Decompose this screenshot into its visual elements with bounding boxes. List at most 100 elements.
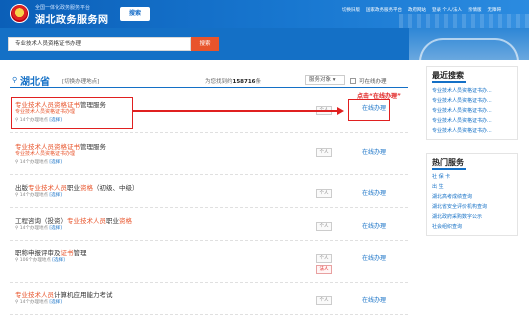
result-title-text: （初级、中级） bbox=[93, 184, 139, 192]
hot-service-item[interactable]: 湖北省安全评价机构查询 bbox=[432, 203, 487, 210]
highlight-arrow-line bbox=[133, 110, 338, 112]
online-only-filter[interactable]: 可在线办理 bbox=[350, 77, 387, 85]
select-location-link[interactable]: [选择] bbox=[49, 160, 62, 165]
result-meta: ⚲ 14个办理地点 [选择] bbox=[15, 299, 62, 305]
hot-service-item[interactable]: 湖北政府采购数字公示 bbox=[432, 213, 482, 220]
result-row: 专业技术人员资格证书管理服务 专业技术人员资格证书办理 ⚲ 14个办理地点 [选择]… bbox=[10, 137, 408, 175]
search-banner: 专业技术人员资格证书办理 搜索 bbox=[0, 28, 529, 62]
top-link-old-version[interactable]: 切换旧版 bbox=[342, 7, 360, 13]
result-title[interactable]: 专业技术人员计算机应用能力考试 bbox=[15, 289, 113, 299]
select-location-link[interactable]: [选择] bbox=[49, 300, 62, 305]
result-title-highlight: 资格 bbox=[80, 184, 93, 192]
service-object-badge: 个人 bbox=[316, 222, 332, 231]
site-name[interactable]: 湖北政务服务网 bbox=[35, 11, 109, 26]
result-meta: ⚲ 106个办理地点 [选择] bbox=[15, 257, 65, 263]
result-location-count: 14个办理地点 bbox=[19, 160, 48, 165]
result-row: 出版专业技术人员职业资格（初级、中级） ⚲ 14个办理地点 [选择] 个人 在线办理 bbox=[10, 178, 408, 208]
result-count-suffix: 条 bbox=[255, 79, 261, 85]
online-handle-button[interactable]: 在线办理 bbox=[356, 221, 392, 233]
result-title[interactable]: 职称申报评审及证书管理 bbox=[15, 247, 87, 257]
result-title-highlight: 资格 bbox=[119, 217, 132, 225]
online-handle-button[interactable]: 在线办理 bbox=[356, 253, 392, 265]
result-title-highlight: 专业技术人员 bbox=[28, 184, 67, 192]
result-title-text: 管理 bbox=[73, 249, 87, 257]
online-only-label: 可在线办理 bbox=[359, 79, 387, 85]
result-location-count: 14个办理地点 bbox=[19, 226, 48, 231]
result-title[interactable]: 工程咨询（投资）专业技术人员职业资格 bbox=[15, 215, 132, 225]
service-object-select[interactable]: 服务对象 ▾ bbox=[305, 75, 345, 85]
result-count-prefix: 为您找到约 bbox=[205, 79, 233, 85]
recent-search-underline bbox=[432, 81, 466, 83]
result-meta: ⚲ 14个办理地点 [选择] bbox=[15, 192, 62, 198]
highlight-arrow-head-icon bbox=[337, 107, 344, 115]
recent-search-item[interactable]: 专业技术人员资格证书办... bbox=[432, 107, 492, 114]
hot-service-item[interactable]: 社会组织查询 bbox=[432, 223, 462, 230]
search-button[interactable]: 搜索 bbox=[191, 37, 219, 51]
recent-search-panel: 最近搜索 专业技术人员资格证书办... 专业技术人员资格证书办... 专业技术人… bbox=[426, 66, 518, 140]
service-object-badge: 法人 bbox=[316, 265, 332, 274]
header-search-button[interactable]: 搜索 bbox=[120, 7, 150, 21]
recent-search-item[interactable]: 专业技术人员资格证书办... bbox=[432, 87, 492, 94]
logo-subtitle: 全国一体化政务服务平台 bbox=[35, 5, 91, 11]
result-row: 专业技术人员计算机应用能力考试 ⚲ 14个办理地点 [选择] 个人 在线办理 bbox=[10, 285, 408, 315]
service-object-badge: 个人 bbox=[316, 296, 332, 305]
bridge-arc-decoration bbox=[419, 38, 519, 62]
result-location-count: 14个办理地点 bbox=[19, 300, 48, 305]
online-handle-button[interactable]: 在线办理 bbox=[356, 188, 392, 200]
filter-divider bbox=[10, 87, 408, 88]
result-count: 为您找到约158716条 bbox=[205, 77, 261, 85]
recent-search-item[interactable]: 专业技术人员资格证书办... bbox=[432, 97, 492, 104]
province-name: 湖北省 bbox=[20, 77, 50, 88]
result-meta: ⚲ 14个办理地点 [选择] bbox=[15, 159, 62, 165]
result-title-text: 出版 bbox=[15, 184, 28, 192]
result-row: 职称申报评审及证书管理 ⚲ 106个办理地点 [选择] 个人法人 在线办理 bbox=[10, 243, 408, 283]
top-link-national-platform[interactable]: 国家政务服务平台 bbox=[366, 7, 402, 13]
result-title-highlight: 证书 bbox=[60, 249, 74, 257]
select-location-link[interactable]: [选择] bbox=[49, 193, 62, 198]
hot-services-underline bbox=[432, 168, 466, 170]
site-header: 全国一体化政务服务平台 湖北政务服务网 搜索 切换旧版 国家政务服务平台 政府网… bbox=[0, 0, 529, 28]
result-location-count: 14个办理地点 bbox=[19, 193, 48, 198]
highlight-box-online-button bbox=[348, 99, 390, 121]
result-meta: ⚲ 14个办理地点 [选择] bbox=[15, 225, 62, 231]
online-only-checkbox[interactable] bbox=[350, 78, 356, 84]
bridge-banner-image bbox=[409, 28, 529, 62]
top-link-gov-website[interactable]: 政府网站 bbox=[408, 7, 426, 13]
search-input[interactable]: 专业技术人员资格证书办理 bbox=[8, 37, 191, 51]
select-location-link[interactable]: [选择] bbox=[49, 226, 62, 231]
result-title-text: 管理服务 bbox=[80, 143, 106, 151]
top-link-login[interactable]: 登录 个人/法人 bbox=[432, 7, 462, 13]
result-title-highlight: 专业技术人员 bbox=[67, 217, 106, 225]
online-handle-button[interactable]: 在线办理 bbox=[356, 147, 392, 159]
result-subtitle[interactable]: 专业技术人员资格证书办理 bbox=[15, 150, 75, 157]
result-title-text: 职业 bbox=[106, 217, 119, 225]
service-object-badge: 个人 bbox=[316, 254, 332, 263]
hot-service-item[interactable]: 湖北高考成绩查询 bbox=[432, 193, 472, 200]
result-title-highlight: 专业技术人员 bbox=[15, 291, 54, 299]
highlight-box-first-result bbox=[11, 97, 133, 129]
recent-search-item[interactable]: 专业技术人员资格证书办... bbox=[432, 117, 492, 124]
result-location-count: 106个办理地点 bbox=[19, 258, 51, 263]
hot-services-title: 热门服务 bbox=[432, 158, 464, 167]
result-count-number: 158716 bbox=[232, 79, 256, 85]
result-title-text: 职业 bbox=[67, 184, 80, 192]
result-title-text: 计算机应用能力考试 bbox=[54, 291, 113, 299]
top-link-elder-version[interactable]: 亲情版 bbox=[468, 7, 482, 13]
online-handle-button[interactable]: 在线办理 bbox=[356, 295, 392, 307]
hot-service-item[interactable]: 社 保 卡 bbox=[432, 173, 450, 180]
top-link-accessibility[interactable]: 无障碍 bbox=[487, 7, 501, 13]
top-links: 切换旧版 国家政务服务平台 政府网站 登录 个人/法人 亲情版 无障碍 bbox=[342, 7, 501, 13]
recent-search-item[interactable]: 专业技术人员资格证书办... bbox=[432, 127, 492, 134]
service-object-label: 服务对象 bbox=[309, 77, 332, 83]
emblem-logo-icon[interactable] bbox=[10, 4, 29, 23]
hot-service-item[interactable]: 出 生 bbox=[432, 183, 444, 190]
header-skyline-decoration bbox=[399, 14, 529, 28]
result-title[interactable]: 出版专业技术人员职业资格（初级、中级） bbox=[15, 182, 139, 192]
switch-location-link[interactable]: [切换办理地点] bbox=[62, 77, 99, 85]
recent-search-title: 最近搜索 bbox=[432, 71, 464, 80]
result-title-text: 工程咨询（投资） bbox=[15, 217, 67, 225]
service-object-badge: 个人 bbox=[316, 148, 332, 157]
select-location-link[interactable]: [选择] bbox=[52, 258, 65, 263]
service-object-badge: 个人 bbox=[316, 189, 332, 198]
chevron-down-icon: ▾ bbox=[332, 77, 336, 83]
